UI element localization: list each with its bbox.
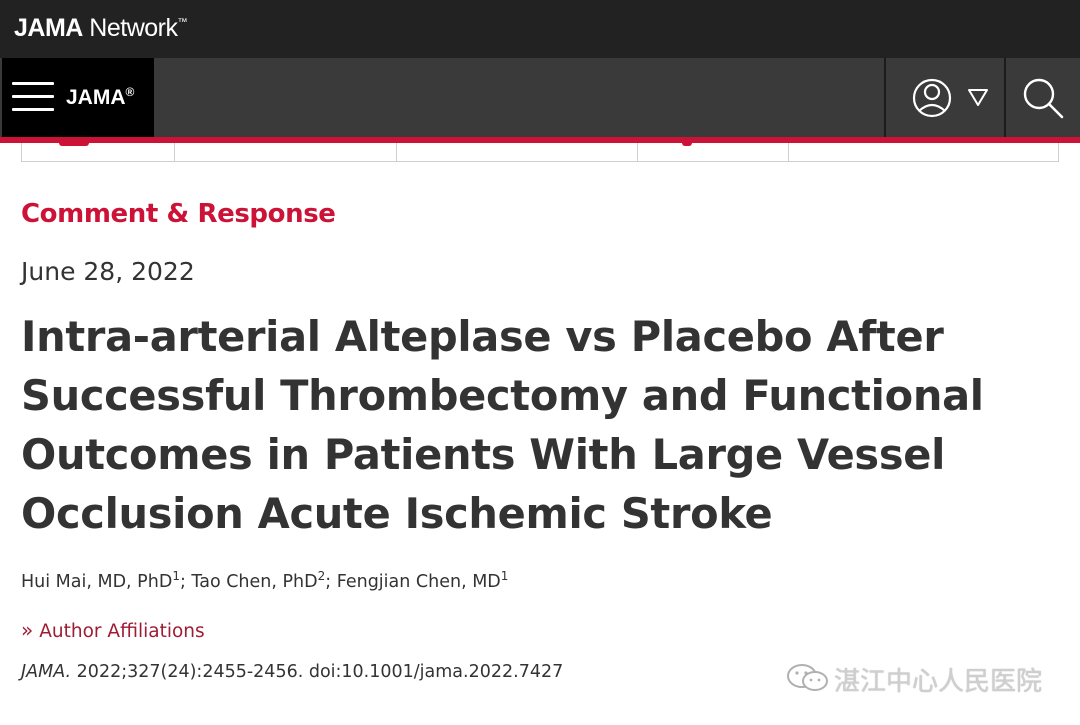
network-bar: JAMA Network™ [0, 0, 1080, 58]
author-name[interactable]: Tao Chen, PhD [191, 572, 317, 592]
author-separator: ; [325, 571, 337, 592]
tab-icon-fragment [682, 143, 692, 146]
network-logo-tm: ™ [177, 17, 187, 28]
dropdown-triangle-icon [968, 89, 988, 106]
tab-separator [788, 143, 789, 162]
citation-journal: JAMA. [21, 662, 72, 682]
wechat-icon [787, 664, 828, 691]
article-title: Intra-arterial Alteplase vs Placebo Afte… [21, 312, 984, 538]
tab-separator [174, 143, 175, 162]
publication-date: June 28, 2022 [21, 257, 195, 286]
author-affiliation-marker: 1 [500, 569, 509, 583]
journal-nav-bar: JAMA® [0, 58, 1080, 137]
chevron-right-double-icon: » [21, 618, 34, 642]
jama-network-logo[interactable]: JAMA Network™ [14, 14, 187, 43]
author-name[interactable]: Hui Mai, MD, PhD [21, 572, 172, 592]
nav-divider [884, 58, 886, 137]
journal-brand-block: JAMA® [2, 58, 154, 137]
menu-icon[interactable] [12, 80, 54, 114]
account-menu-button[interactable] [902, 70, 1002, 126]
article-tab-strip [21, 143, 1059, 162]
search-button[interactable] [1012, 70, 1074, 126]
watermark-text: 湛江中心人民医院 [834, 667, 1043, 697]
tab-separator [637, 143, 638, 162]
author-affiliations-toggle[interactable]: » Author Affiliations [21, 618, 205, 642]
journal-logo-reg: ® [125, 85, 135, 99]
author-affiliations-label: Author Affiliations [39, 621, 205, 642]
tab-icon-fragment [59, 143, 89, 146]
article-citation: JAMA. 2022;327(24):2455-2456. doi:10.100… [21, 662, 563, 682]
nav-divider [1004, 58, 1006, 137]
network-logo-suffix: Network [89, 14, 178, 42]
citation-details: 2022;327(24):2455-2456. doi:10.1001/jama… [76, 662, 564, 682]
jama-journal-logo[interactable]: JAMA® [66, 85, 134, 110]
author-list: Hui Mai, MD, PhD1; Tao Chen, PhD2; Fengj… [21, 569, 508, 592]
search-icon [1023, 78, 1064, 119]
network-logo-brand: JAMA [14, 14, 83, 42]
user-icon [912, 78, 988, 118]
author-name[interactable]: Fengjian Chen, MD [337, 572, 501, 592]
author-separator: ; [179, 571, 192, 592]
article-type-label: Comment & Response [21, 199, 336, 229]
author-affiliation-marker: 1 [172, 569, 180, 583]
journal-logo-text: JAMA [66, 86, 126, 109]
tab-separator [396, 143, 397, 162]
